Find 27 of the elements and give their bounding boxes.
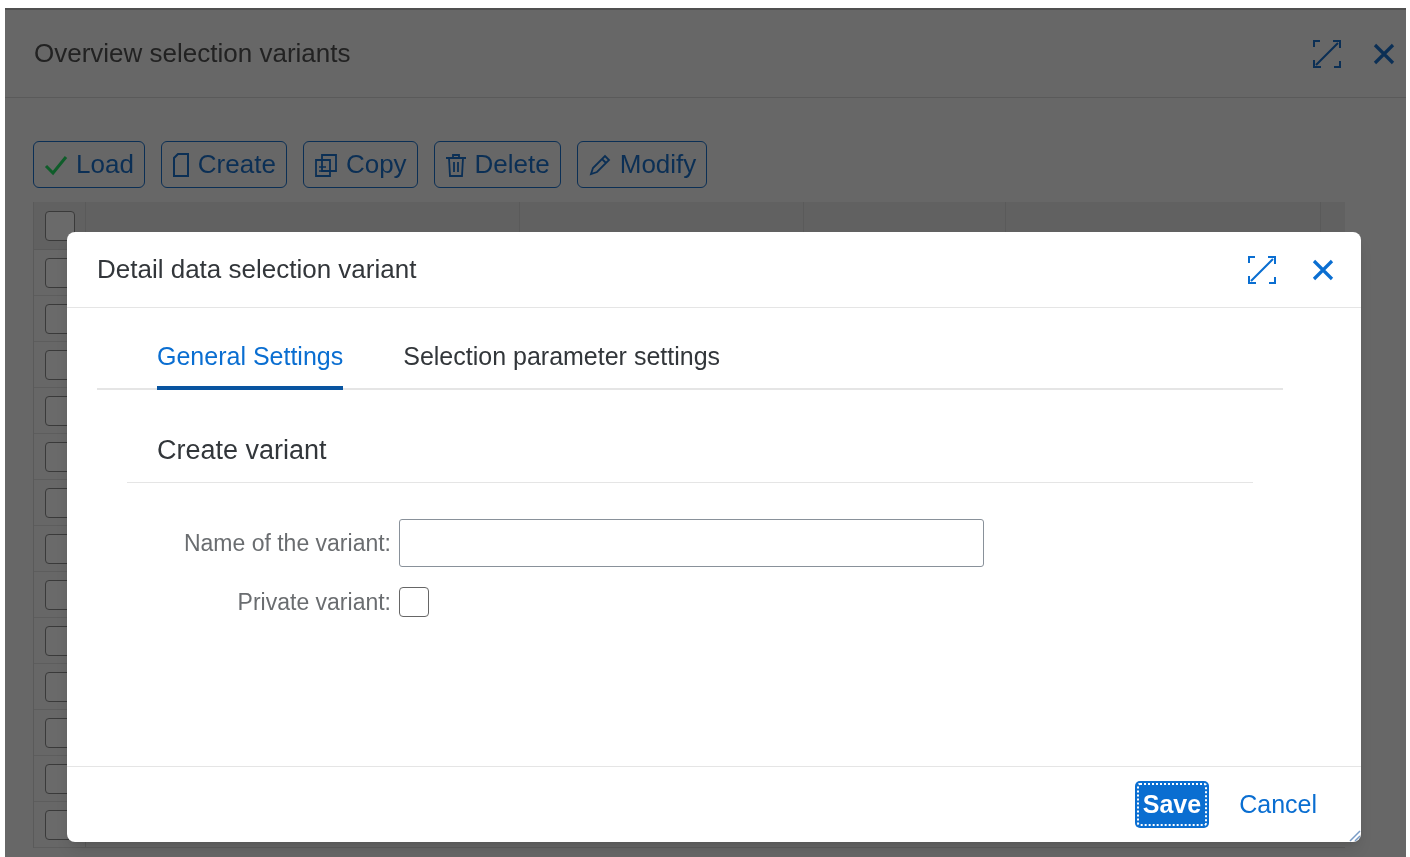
cancel-button[interactable]: Cancel — [1233, 781, 1323, 828]
checkbox[interactable] — [44, 210, 75, 241]
toolbar-button[interactable]: Create — [160, 141, 287, 188]
trash-icon — [444, 152, 467, 177]
window-title: Overview selection variants — [34, 37, 351, 70]
section-title: Create variant — [157, 434, 327, 465]
dialog-title: Detail data selection variant — [97, 253, 417, 286]
tab[interactable]: Selection parameter settings — [403, 338, 721, 390]
resize-grip-icon[interactable] — [1347, 828, 1361, 842]
toolbar-button[interactable]: Copy — [302, 141, 418, 188]
copy-icon — [313, 152, 338, 177]
toolbar-button[interactable]: Delete — [433, 141, 561, 188]
close-icon[interactable] — [1372, 41, 1396, 66]
expand-icon[interactable] — [1247, 254, 1277, 285]
document-icon — [171, 152, 190, 177]
input-field[interactable] — [399, 519, 984, 567]
close-icon[interactable] — [1311, 257, 1335, 282]
save-button[interactable]: Save — [1134, 781, 1210, 828]
pencil-icon — [587, 152, 612, 177]
expand-icon[interactable] — [1312, 38, 1342, 69]
checkmark-icon — [44, 153, 68, 176]
tab[interactable]: General Settings — [157, 338, 344, 390]
toolbar-button[interactable]: Modify — [576, 141, 708, 188]
field-label: Private variant: — [237, 588, 391, 617]
toolbar-button[interactable]: Load — [33, 141, 145, 188]
checkbox[interactable] — [399, 587, 429, 618]
field-label: Name of the variant: — [183, 528, 391, 558]
